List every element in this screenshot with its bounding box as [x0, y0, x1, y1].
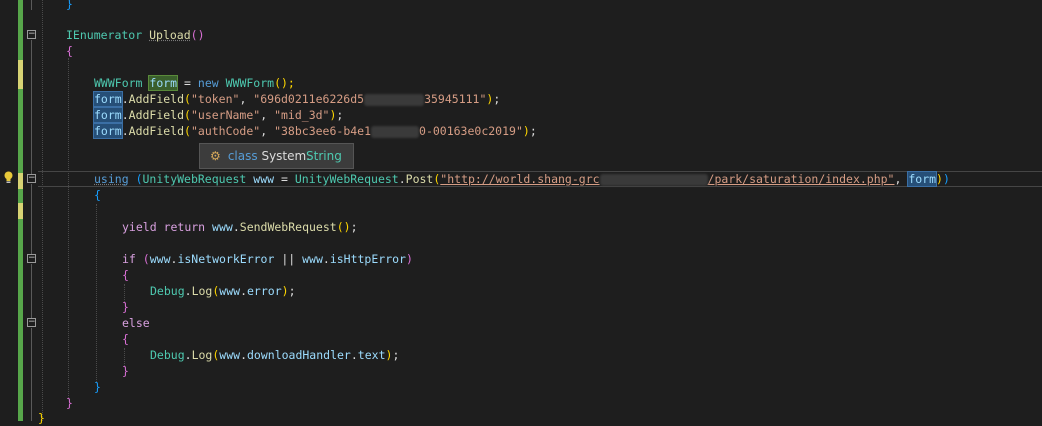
fold-line: [31, 328, 32, 421]
change-indicator-modified: [18, 173, 23, 189]
class-icon: ⚙: [210, 149, 221, 163]
code-line[interactable]: Debug.Log(www.downloadHandler.text);: [150, 347, 399, 363]
fold-line: [31, 0, 32, 10]
code-line[interactable]: {: [122, 331, 129, 347]
indent-guide: [96, 204, 97, 382]
code-line[interactable]: }: [94, 379, 101, 395]
code-line[interactable]: form.AddField("authCode", "38bc3ee6-b4e1…: [93, 123, 537, 139]
fold-line: [31, 264, 32, 318]
collapse-toggle-icon[interactable]: −: [27, 30, 36, 39]
collapse-toggle-icon[interactable]: −: [27, 254, 36, 263]
editor-gutter: [0, 0, 20, 421]
indent-guide: [42, 0, 43, 421]
indent-guide: [68, 58, 69, 398]
code-line[interactable]: else: [122, 315, 150, 331]
redacted-blur: [371, 125, 420, 138]
fold-line: [31, 40, 32, 174]
code-line[interactable]: {: [122, 267, 129, 283]
code-line[interactable]: using (UnityWebRequest www = UnityWebReq…: [94, 171, 950, 187]
code-line[interactable]: if (www.isNetworkError || www.isHttpErro…: [122, 251, 413, 267]
code-line[interactable]: Debug.Log(www.error);: [150, 283, 296, 299]
code-line[interactable]: IEnumerator Upload(): [66, 27, 205, 43]
code-line[interactable]: }: [66, 395, 73, 411]
redacted-blur: [599, 173, 708, 186]
code-line[interactable]: {: [94, 187, 101, 203]
code-line[interactable]: }: [66, 0, 73, 12]
code-line[interactable]: form.AddField("token", "696d0211e6226d5 3…: [93, 91, 500, 107]
code-line[interactable]: yield return www.SendWebRequest();: [122, 219, 358, 235]
code-line[interactable]: }: [122, 363, 129, 379]
collapse-toggle-icon[interactable]: −: [27, 174, 36, 183]
collapse-toggle-icon[interactable]: −: [27, 318, 36, 327]
redacted-blur: [364, 93, 425, 106]
code-line[interactable]: form.AddField("userName", "mid_3d");: [93, 107, 343, 123]
code-line[interactable]: }: [38, 410, 45, 426]
code-line[interactable]: WWWForm form = new WWWForm();: [94, 75, 295, 91]
fold-line: [31, 184, 32, 254]
change-indicator-modified: [18, 60, 23, 89]
change-indicator-modified: [18, 203, 23, 219]
lightbulb-icon[interactable]: [3, 171, 14, 184]
code-line[interactable]: }: [122, 299, 129, 315]
quickinfo-tooltip: ⚙ class System.String: [199, 143, 354, 169]
code-line[interactable]: {: [66, 43, 73, 59]
